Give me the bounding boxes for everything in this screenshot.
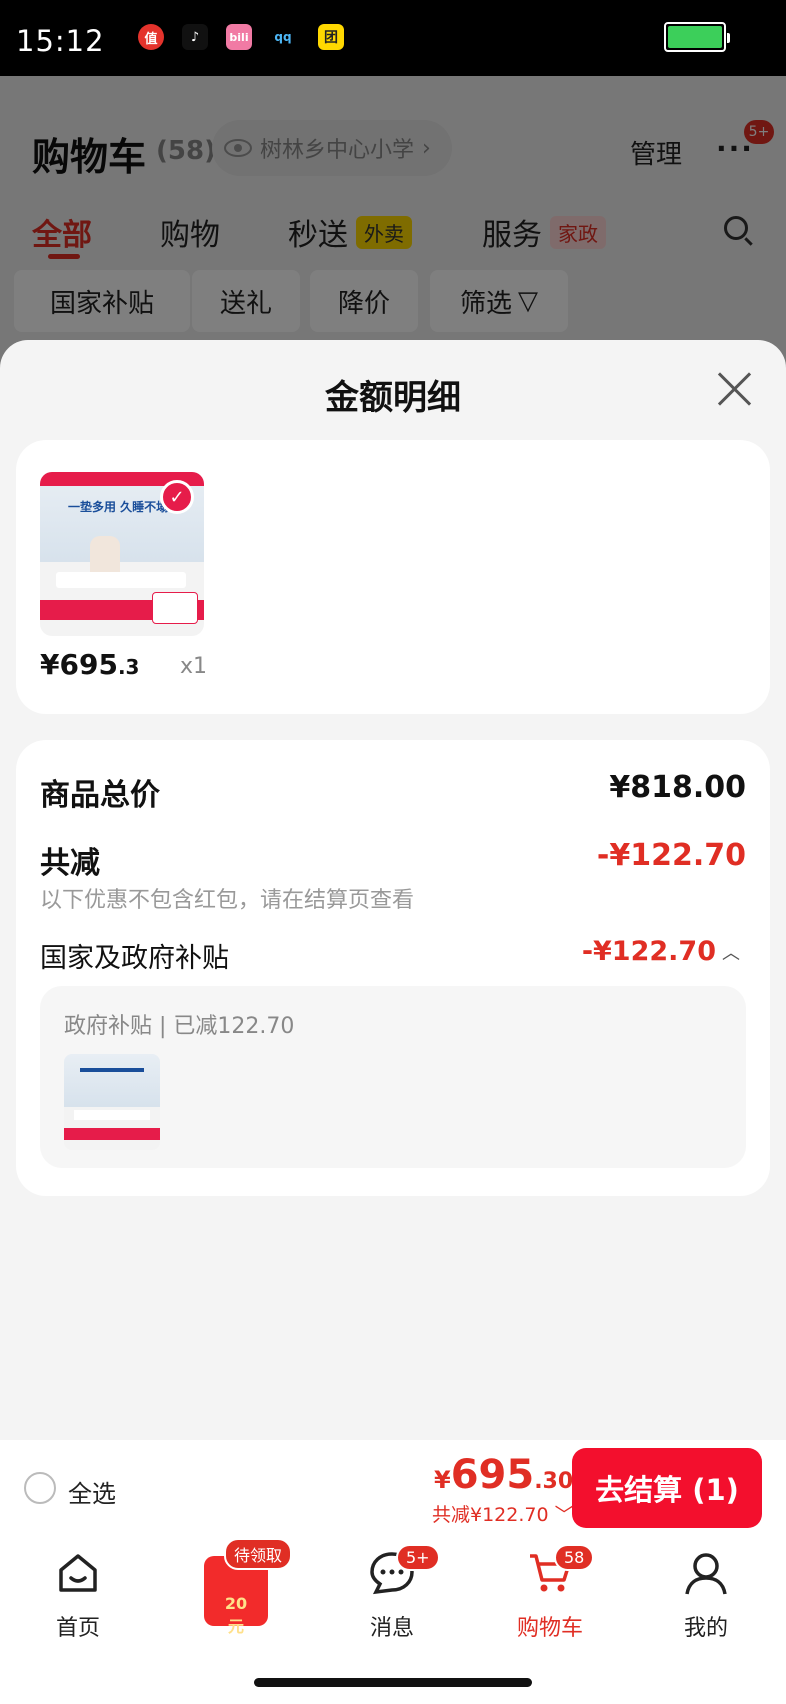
- home-indicator: [254, 1678, 532, 1687]
- product-card: 一垫多用 久睡不塌 ✓ ¥695.3 x1: [16, 440, 770, 714]
- product-thumbnail[interactable]: 一垫多用 久睡不塌 ✓: [40, 472, 204, 636]
- nav-profile-label: 我的: [683, 1616, 728, 1641]
- product-price-main: ¥695: [40, 648, 118, 681]
- nav-messages[interactable]: 5+ 消息: [332, 1544, 452, 1641]
- gov-subsidy-detail: 政府补贴 | 已减122.70: [40, 986, 746, 1168]
- checkout-bar: 全选 ¥695.30 共减¥122.70 ﹀ 去结算 (1): [0, 1440, 786, 1536]
- thumb-price-tag: [152, 592, 198, 624]
- gov-subsidy-value: -¥122.70: [581, 936, 716, 967]
- select-all-label[interactable]: 全选: [68, 1474, 116, 1509]
- total-value: ¥818.00: [609, 770, 746, 805]
- mini-slogan-bar: [80, 1068, 144, 1072]
- chevron-up-icon: ︿: [722, 942, 740, 964]
- nav-home[interactable]: 首页: [18, 1550, 138, 1641]
- status-bar: 15:12 值 ♪ bili qq 团: [0, 0, 786, 76]
- select-all-radio[interactable]: [24, 1472, 56, 1504]
- price-decimal: .30: [534, 1469, 574, 1494]
- saved-text: 共减¥122.70: [432, 1504, 549, 1526]
- checkout-button[interactable]: 去结算 (1): [572, 1448, 762, 1528]
- tiktok-app-icon: ♪: [182, 24, 208, 50]
- gov-subsidy-label: 国家及政府补贴: [40, 943, 229, 974]
- battery-icon: [664, 22, 730, 52]
- chevron-down-icon: ﹀: [548, 1504, 574, 1526]
- nav-cart-label: 购物车: [516, 1616, 583, 1641]
- home-icon: [59, 1554, 97, 1592]
- nav-cart[interactable]: 58 购物车: [490, 1544, 610, 1641]
- price-breakdown-card: 商品总价 ¥818.00 共减 -¥122.70 以下优惠不包含红包，请在结算页…: [16, 740, 770, 1196]
- gov-detail-thumbnail[interactable]: [64, 1054, 160, 1150]
- cart-badge: 58: [554, 1544, 595, 1571]
- nav-profile[interactable]: 我的: [646, 1550, 766, 1641]
- thumb-slogan: 一垫多用 久睡不塌: [68, 500, 169, 514]
- thumb-figure: [90, 536, 120, 576]
- status-time: 15:12: [16, 24, 105, 58]
- mini-promo-band: [64, 1128, 160, 1140]
- saved-amount[interactable]: 共减¥122.70 ﹀: [432, 1500, 574, 1527]
- coupon-badge: 待领取: [224, 1538, 293, 1570]
- close-icon[interactable]: [716, 370, 754, 408]
- discount-value: -¥122.70: [596, 838, 746, 873]
- gov-subsidy-toggle[interactable]: -¥122.70 ︿: [582, 936, 740, 967]
- checked-icon: ✓: [160, 480, 194, 514]
- bilibili-app-icon: bili: [226, 24, 252, 50]
- gov-detail-title: 政府补贴 | 已减122.70: [64, 1014, 295, 1039]
- total-label: 商品总价: [40, 778, 160, 813]
- currency-symbol: ¥: [434, 1466, 451, 1494]
- nav-messages-label: 消息: [369, 1616, 414, 1641]
- amount-detail-sheet: 金额明细 一垫多用 久睡不塌 ✓ ¥695.3 x1 商品总价 ¥818.00 …: [0, 340, 786, 1440]
- zhi-app-icon: 值: [138, 24, 164, 50]
- profile-icon: [685, 1553, 727, 1595]
- nav-home-label: 首页: [55, 1616, 100, 1641]
- thumb-mattress: [56, 572, 186, 588]
- sheet-title: 金额明细: [325, 378, 461, 418]
- coupon-amount: 20元: [224, 1594, 248, 1636]
- product-price-decimal: .3: [117, 655, 140, 679]
- mini-mattress: [74, 1110, 150, 1120]
- total-price: ¥695.30: [434, 1452, 573, 1498]
- product-quantity: x1: [180, 654, 208, 679]
- bottom-nav: 首页 20元 待领取 5+ 消息 58 购物车 我的: [0, 1536, 786, 1704]
- messages-badge: 5+: [396, 1544, 440, 1571]
- price-integer: 695: [450, 1452, 535, 1498]
- discount-note: 以下优惠不包含红包，请在结算页查看: [40, 888, 415, 913]
- qq-app-icon: qq: [274, 30, 292, 44]
- meituan-app-icon: 团: [318, 24, 344, 50]
- discount-label: 共减: [40, 846, 100, 881]
- product-price: ¥695.3: [40, 648, 139, 681]
